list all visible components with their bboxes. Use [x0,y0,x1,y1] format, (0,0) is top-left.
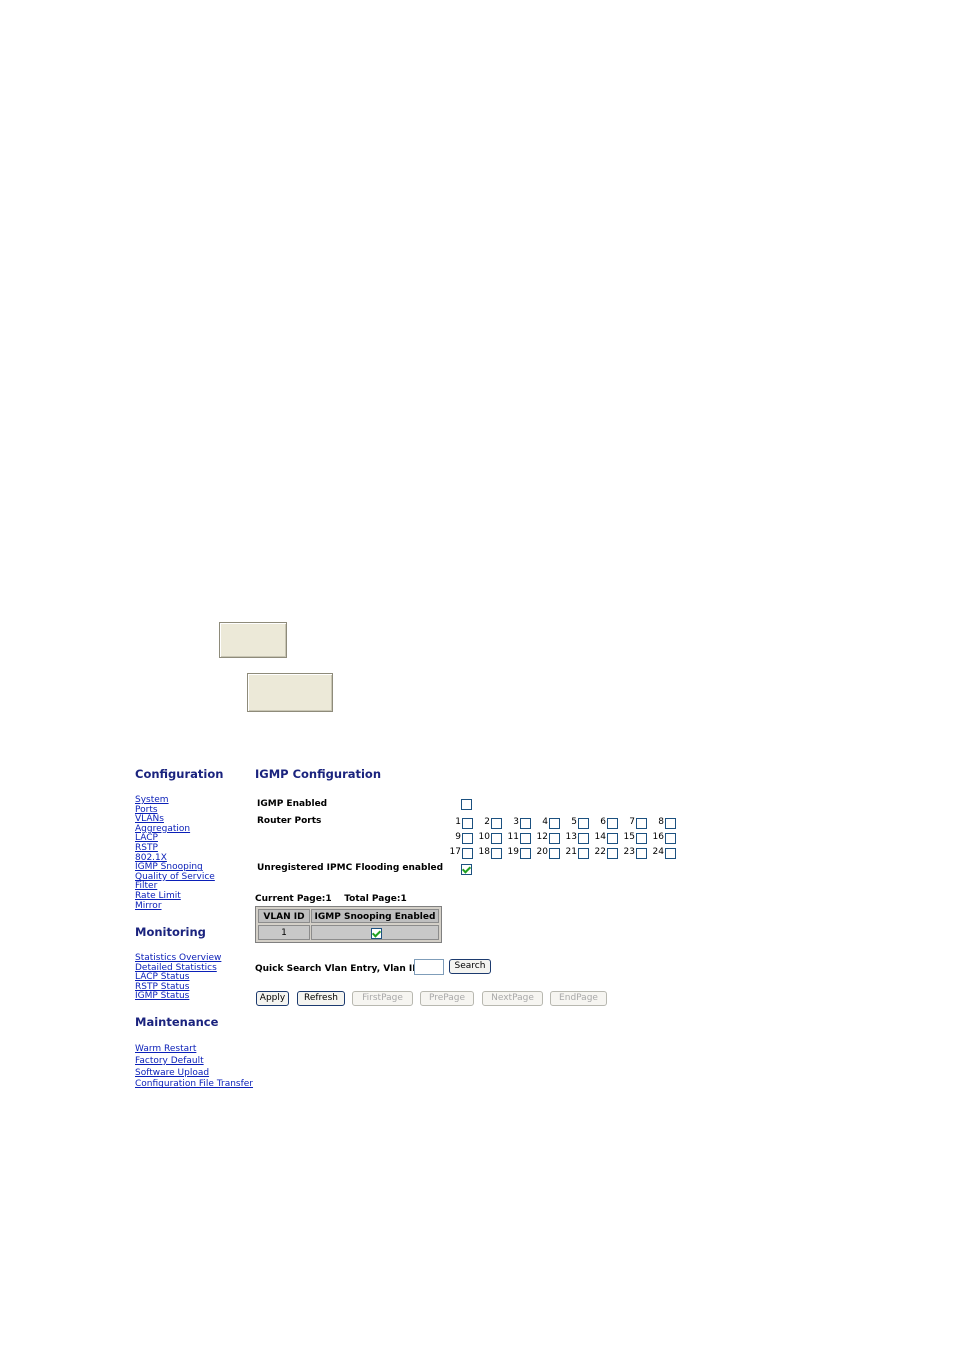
port-number-label: 18 [478,847,490,857]
port-number-label: 16 [652,832,664,842]
vlan-id-input[interactable] [414,959,444,975]
router-port-checkbox[interactable] [462,818,473,829]
router-port-checkbox[interactable] [607,818,618,829]
port-number-label: 7 [629,817,635,827]
port-number-label: 12 [536,832,548,842]
snooping-enabled-header: IGMP Snooping Enabled [311,909,439,923]
sidebar-item-maintenance-3[interactable]: Configuration File Transfer [135,1079,253,1089]
port-number-label: 14 [594,832,606,842]
router-port-checkbox[interactable] [491,818,502,829]
router-port-checkbox[interactable] [462,848,473,859]
sidebar-item-configuration-3[interactable]: Aggregation [135,824,190,834]
sidebar-item-configuration-5[interactable]: RSTP [135,843,158,853]
configuration-heading: Configuration [135,767,224,781]
router-port-checkbox[interactable] [578,818,589,829]
sidebar-item-maintenance-2[interactable]: Software Upload [135,1068,209,1078]
vlan-table: VLAN ID IGMP Snooping Enabled 1 [255,906,442,943]
sidebar-item-monitoring-0[interactable]: Statistics Overview [135,953,221,963]
port-number-label: 23 [623,847,635,857]
router-port-checkbox[interactable] [549,848,560,859]
router-port-checkbox[interactable] [520,833,531,844]
port-number-label: 1 [455,817,461,827]
router-port-checkbox[interactable] [578,833,589,844]
port-number-label: 21 [565,847,577,857]
first-page-button[interactable]: FirstPage [352,991,413,1006]
flooding-label: Unregistered IPMC Flooding enabled [257,863,444,873]
apply-button[interactable]: Apply [256,991,289,1006]
router-port-checkbox[interactable] [578,848,589,859]
port-number-label: 5 [571,817,577,827]
port-number-label: 9 [455,832,461,842]
sidebar-item-maintenance-1[interactable]: Factory Default [135,1056,204,1066]
router-port-checkbox[interactable] [549,833,560,844]
sidebar-item-configuration-10[interactable]: Rate Limit [135,891,181,901]
sidebar-item-configuration-0[interactable]: System [135,795,169,805]
port-number-label: 3 [513,817,519,827]
router-port-checkbox[interactable] [607,833,618,844]
snooping-enabled-cell [311,925,439,940]
port-number-label: 11 [507,832,519,842]
sidebar-item-configuration-11[interactable]: Mirror [135,901,162,911]
maintenance-heading: Maintenance [135,1015,219,1029]
router-ports-label: Router Ports [257,816,322,826]
router-port-checkbox[interactable] [520,848,531,859]
sidebar-item-monitoring-4[interactable]: IGMP Status [135,991,189,1001]
router-port-checkbox[interactable] [520,818,531,829]
search-label: Quick Search Vlan Entry, Vlan ID: [255,964,424,974]
router-port-checkbox[interactable] [491,833,502,844]
port-number-label: 8 [658,817,664,827]
sidebar-item-configuration-2[interactable]: VLANs [135,814,164,824]
blank-button-1[interactable] [219,622,287,658]
snooping-enabled-checkbox[interactable] [371,928,382,939]
vlan-id-cell: 1 [258,925,310,940]
router-port-checkbox[interactable] [636,848,647,859]
router-port-checkbox[interactable] [665,833,676,844]
search-button[interactable]: Search [449,959,491,974]
next-page-button[interactable]: NextPage [482,991,543,1006]
router-port-checkbox[interactable] [491,848,502,859]
port-number-label: 6 [600,817,606,827]
vlan-id-header: VLAN ID [258,909,310,923]
prev-page-button[interactable]: PrePage [420,991,474,1006]
router-port-checkbox[interactable] [665,818,676,829]
port-number-label: 20 [536,847,548,857]
sidebar-item-configuration-8[interactable]: Quality of Service [135,872,215,882]
router-port-checkbox[interactable] [636,833,647,844]
sidebar-item-configuration-4[interactable]: LACP [135,833,158,843]
router-port-checkbox[interactable] [549,818,560,829]
port-number-label: 22 [594,847,606,857]
sidebar-item-monitoring-3[interactable]: RSTP Status [135,982,189,992]
blank-button-2[interactable] [247,673,333,712]
monitoring-heading: Monitoring [135,925,206,939]
flooding-enabled-checkbox[interactable] [461,864,472,875]
end-page-button[interactable]: EndPage [550,991,607,1006]
igmp-enabled-checkbox[interactable] [461,799,472,810]
port-number-label: 2 [484,817,490,827]
sidebar-item-monitoring-1[interactable]: Detailed Statistics [135,963,217,973]
port-number-label: 24 [652,847,664,857]
router-port-checkbox[interactable] [636,818,647,829]
pagination-info: Current Page:1 Total Page:1 [255,894,407,904]
sidebar-item-configuration-6[interactable]: 802.1X [135,853,167,863]
sidebar-item-maintenance-0[interactable]: Warm Restart [135,1044,196,1054]
port-number-label: 17 [449,847,461,857]
igmp-enabled-label: IGMP Enabled [257,799,328,809]
sidebar-item-configuration-1[interactable]: Ports [135,805,158,815]
router-port-checkbox[interactable] [665,848,676,859]
port-number-label: 4 [542,817,548,827]
sidebar-item-configuration-7[interactable]: IGMP Snooping [135,862,203,872]
page-title: IGMP Configuration [255,767,382,781]
sidebar-item-configuration-9[interactable]: Filter [135,881,157,891]
router-port-checkbox[interactable] [462,833,473,844]
port-number-label: 15 [623,832,635,842]
refresh-button[interactable]: Refresh [297,991,345,1006]
sidebar-item-monitoring-2[interactable]: LACP Status [135,972,189,982]
port-number-label: 19 [507,847,519,857]
port-number-label: 10 [478,832,490,842]
router-port-checkbox[interactable] [607,848,618,859]
port-number-label: 13 [565,832,577,842]
